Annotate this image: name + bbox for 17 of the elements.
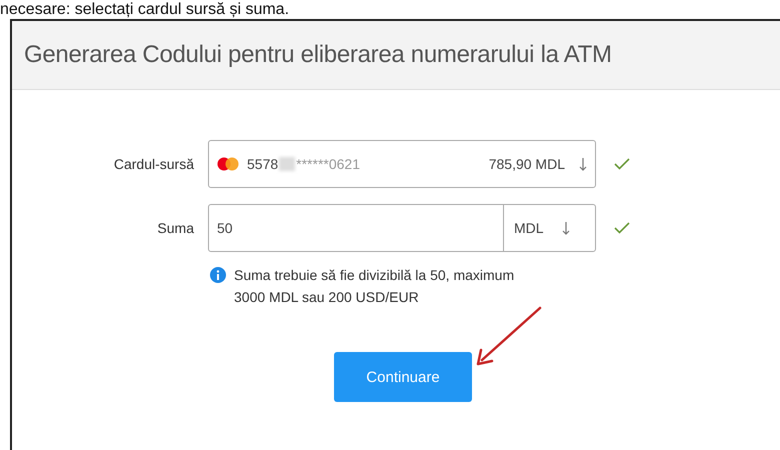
amount-field[interactable]: 50 MDL (208, 204, 596, 252)
card-number: ******0621 (296, 156, 360, 172)
intro-text: necesare: selectați cardul sursă și suma. (0, 0, 290, 19)
down-arrow-icon (579, 157, 587, 171)
info-icon (210, 267, 226, 283)
card-balance: 785,90 MDL (488, 156, 565, 172)
panel-title: Generarea Codului pentru eliberarea numerarului la ATM (24, 41, 612, 69)
annotation-arrow (474, 306, 544, 368)
card-logo-icon (217, 157, 239, 171)
field-label: Cardul-sursă (112, 156, 195, 172)
hint-text: Suma trebuie să fie divizibilă la 50, maximum 3000 MDL sau 200 USD/EUR (234, 266, 516, 307)
field-label: Suma (156, 220, 195, 236)
currency-select[interactable]: MDL (514, 220, 544, 236)
blurred-digits (279, 157, 296, 171)
card-select[interactable]: 5578 ******0621 785,90 MDL (208, 140, 596, 188)
down-arrow-icon (562, 221, 570, 235)
card-number: 5578 (247, 156, 278, 172)
